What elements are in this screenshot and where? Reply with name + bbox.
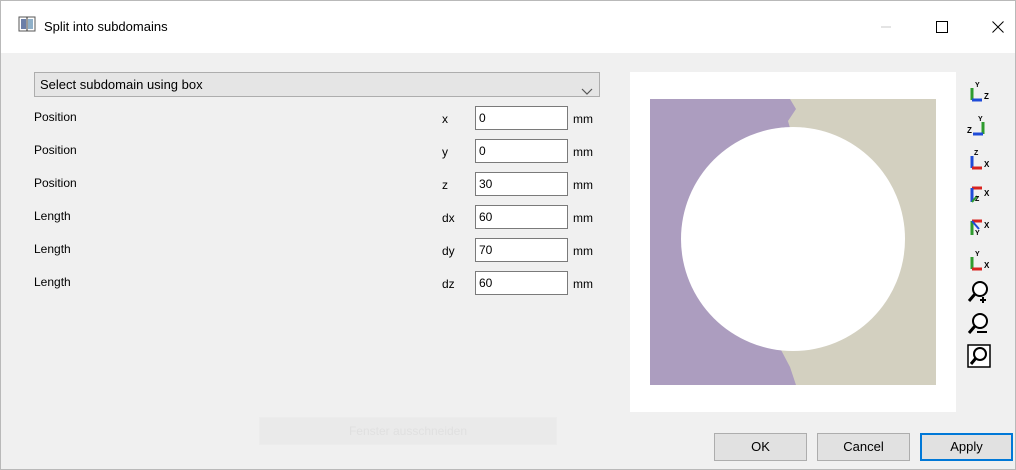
param-label: Length bbox=[34, 242, 71, 256]
window-title: Split into subdomains bbox=[44, 19, 168, 34]
view-zx-icon[interactable]: Z X bbox=[967, 148, 991, 172]
svg-text:X: X bbox=[984, 189, 990, 198]
preview-viewport[interactable] bbox=[630, 72, 956, 412]
app-icon bbox=[18, 15, 36, 33]
param-label: Length bbox=[34, 209, 71, 223]
cancel-button[interactable]: Cancel bbox=[817, 433, 910, 461]
param-unit: mm bbox=[573, 211, 593, 225]
svg-text:Y: Y bbox=[978, 116, 983, 123]
crop-window-button[interactable]: Fenster ausschneiden bbox=[259, 417, 557, 445]
length-dz-input[interactable]: 60 bbox=[475, 271, 568, 295]
dialog-window: Split into subdomains Select subdomain u… bbox=[0, 0, 1016, 470]
close-button[interactable] bbox=[986, 15, 1010, 39]
param-unit: mm bbox=[573, 145, 593, 159]
svg-text:X: X bbox=[984, 160, 990, 169]
svg-text:Z: Z bbox=[975, 196, 980, 203]
view-xy-icon[interactable]: Y X bbox=[967, 249, 991, 273]
svg-text:Y: Y bbox=[975, 82, 980, 89]
chevron-down-icon bbox=[581, 80, 593, 95]
zoom-fit-icon[interactable] bbox=[967, 344, 991, 368]
subdomain-mode-value: Select subdomain using box bbox=[40, 77, 203, 92]
subdomain-mode-select[interactable]: Select subdomain using box bbox=[34, 72, 600, 97]
param-label: Position bbox=[34, 176, 77, 190]
param-row-position-y: Position y 0 mm bbox=[34, 139, 604, 163]
svg-text:Z: Z bbox=[967, 126, 972, 135]
minimize-button[interactable] bbox=[874, 15, 898, 39]
view-yx-icon[interactable]: Y X bbox=[967, 215, 991, 239]
view-xz-icon[interactable]: Z X bbox=[967, 182, 991, 206]
svg-text:Z: Z bbox=[974, 150, 979, 157]
param-row-length-dx: Length dx 60 mm bbox=[34, 205, 604, 229]
param-axis: dz bbox=[442, 277, 455, 291]
param-row-position-x: Position x 0 mm bbox=[34, 106, 604, 130]
param-unit: mm bbox=[573, 112, 593, 126]
param-label: Position bbox=[34, 110, 77, 124]
zoom-out-icon[interactable] bbox=[967, 312, 991, 336]
param-unit: mm bbox=[573, 277, 593, 291]
ok-button[interactable]: OK bbox=[714, 433, 807, 461]
svg-text:X: X bbox=[984, 261, 990, 270]
param-row-length-dy: Length dy 70 mm bbox=[34, 238, 604, 262]
position-y-input[interactable]: 0 bbox=[475, 139, 568, 163]
param-unit: mm bbox=[573, 244, 593, 258]
svg-text:Z: Z bbox=[984, 92, 989, 101]
param-label: Length bbox=[34, 275, 71, 289]
view-zy-icon[interactable]: Y Z bbox=[967, 114, 991, 138]
length-dy-input[interactable]: 70 bbox=[475, 238, 568, 262]
param-axis: y bbox=[442, 145, 448, 159]
param-unit: mm bbox=[573, 178, 593, 192]
apply-button[interactable]: Apply bbox=[920, 433, 1013, 461]
view-yz-icon[interactable]: Y Z bbox=[967, 80, 991, 104]
position-x-input[interactable]: 0 bbox=[475, 106, 568, 130]
svg-text:Y: Y bbox=[975, 230, 980, 237]
param-axis: dx bbox=[442, 211, 455, 225]
title-bar[interactable]: Split into subdomains bbox=[1, 1, 1015, 53]
preview-graphic bbox=[650, 99, 936, 385]
param-axis: dy bbox=[442, 244, 455, 258]
position-z-input[interactable]: 30 bbox=[475, 172, 568, 196]
svg-text:Y: Y bbox=[975, 251, 980, 258]
maximize-button[interactable] bbox=[930, 15, 954, 39]
param-axis: x bbox=[442, 112, 448, 126]
param-axis: z bbox=[442, 178, 448, 192]
svg-text:X: X bbox=[984, 221, 990, 230]
zoom-in-icon[interactable] bbox=[967, 280, 991, 304]
hole-circle bbox=[681, 127, 905, 351]
param-row-length-dz: Length dz 60 mm bbox=[34, 271, 604, 295]
param-row-position-z: Position z 30 mm bbox=[34, 172, 604, 196]
param-label: Position bbox=[34, 143, 77, 157]
length-dx-input[interactable]: 60 bbox=[475, 205, 568, 229]
